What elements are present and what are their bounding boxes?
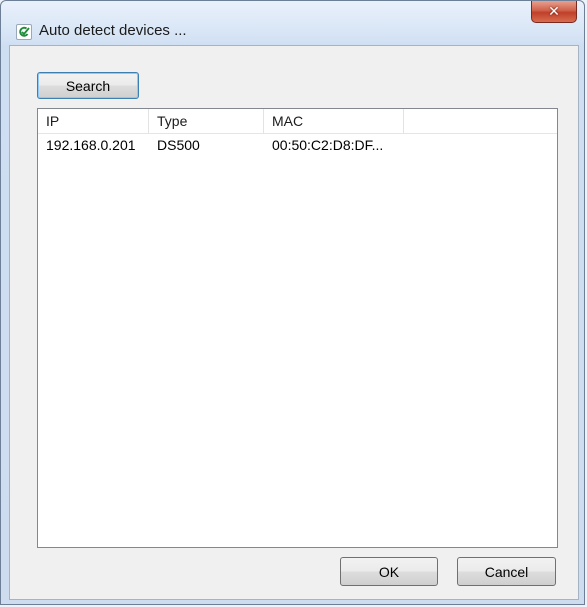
window-title: Auto detect devices ...: [39, 22, 187, 39]
ok-button[interactable]: OK: [340, 557, 438, 586]
dialog-window: Auto detect devices ... ✕ Search IP Type…: [0, 0, 585, 605]
dialog-body: Search IP Type MAC 192.168.0.201 DS500 0…: [9, 45, 579, 600]
close-icon: ✕: [548, 3, 560, 20]
title-bar[interactable]: Auto detect devices ... ✕: [1, 1, 584, 45]
close-button[interactable]: ✕: [531, 1, 577, 23]
table-row[interactable]: 192.168.0.201 DS500 00:50:C2:D8:DF...: [38, 134, 557, 158]
column-header-mac[interactable]: MAC: [264, 109, 404, 133]
cancel-button[interactable]: Cancel: [457, 557, 556, 586]
column-header-type[interactable]: Type: [149, 109, 264, 133]
column-header-empty[interactable]: [404, 109, 556, 133]
app-logo-icon: [16, 24, 32, 40]
list-header: IP Type MAC: [38, 109, 557, 134]
cell-mac: 00:50:C2:D8:DF...: [272, 137, 384, 153]
column-header-ip[interactable]: IP: [38, 109, 149, 133]
device-list[interactable]: IP Type MAC 192.168.0.201 DS500 00:50:C2…: [37, 108, 558, 548]
search-button[interactable]: Search: [37, 72, 139, 99]
cell-ip: 192.168.0.201: [46, 137, 136, 153]
cell-type: DS500: [157, 137, 200, 153]
